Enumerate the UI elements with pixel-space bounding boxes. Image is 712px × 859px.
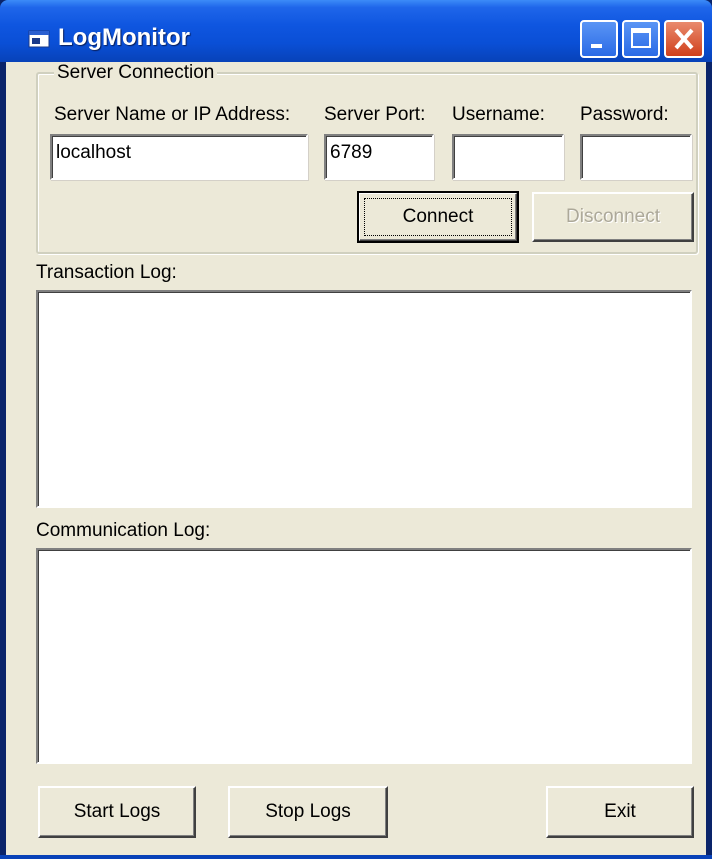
window-title: LogMonitor <box>58 24 190 51</box>
maximize-icon <box>631 28 651 48</box>
start-logs-button[interactable]: Start Logs <box>38 786 196 838</box>
communication-log-box[interactable] <box>36 548 692 764</box>
app-window-icon <box>28 30 50 48</box>
exit-button[interactable]: Exit <box>546 786 694 838</box>
connect-button[interactable]: Connect <box>357 191 519 243</box>
server-name-field[interactable]: localhost <box>50 134 308 180</box>
disconnect-button[interactable]: Disconnect <box>532 192 694 242</box>
server-name-label: Server Name or IP Address: <box>54 104 291 125</box>
maximize-button[interactable] <box>622 20 660 58</box>
transaction-log-box[interactable] <box>36 290 692 508</box>
window-bottom-border <box>0 855 712 859</box>
minimize-button[interactable] <box>580 20 618 58</box>
close-icon <box>674 28 694 50</box>
password-field[interactable] <box>580 134 692 180</box>
stop-logs-button[interactable]: Stop Logs <box>228 786 388 838</box>
transaction-log-label: Transaction Log: <box>36 262 177 283</box>
start-logs-button-label: Start Logs <box>73 801 161 822</box>
server-port-label: Server Port: <box>324 104 426 125</box>
server-connection-legend: Server Connection <box>54 62 218 84</box>
close-button[interactable] <box>664 20 704 58</box>
communication-log-label: Communication Log: <box>36 520 211 541</box>
username-label: Username: <box>452 104 545 125</box>
disconnect-button-label: Disconnect <box>566 206 660 227</box>
title-bar[interactable]: LogMonitor <box>0 0 712 62</box>
stop-logs-button-label: Stop Logs <box>265 801 351 822</box>
client-area: Server Connection Server Name or IP Addr… <box>6 62 706 855</box>
focus-ring <box>364 198 512 236</box>
username-field[interactable] <box>452 134 564 180</box>
server-port-field[interactable]: 6789 <box>324 134 434 180</box>
minimize-icon <box>591 44 602 48</box>
password-label: Password: <box>580 104 669 125</box>
exit-button-label: Exit <box>604 801 636 822</box>
app-window: LogMonitor Server Connection Server Name… <box>0 0 712 859</box>
